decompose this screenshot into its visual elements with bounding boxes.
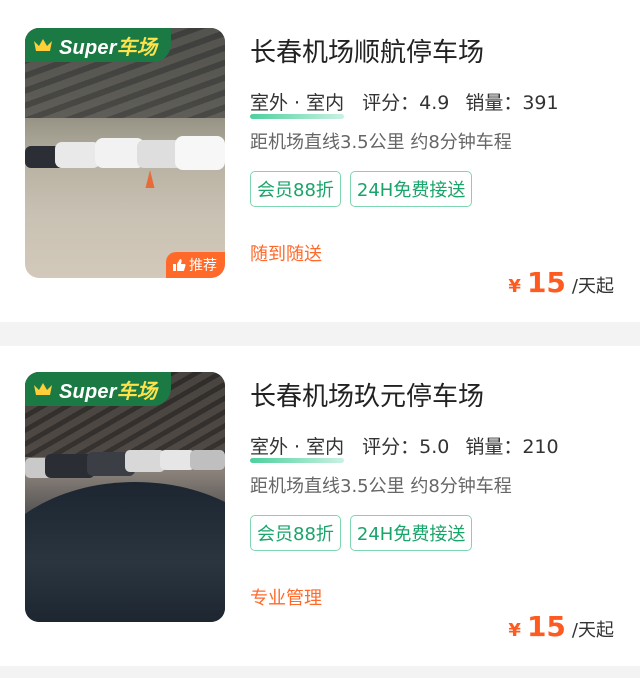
parking-type-text: 室外 · 室内 xyxy=(250,92,345,114)
parking-type: 室外 · 室内 xyxy=(250,432,345,463)
parking-photo[interactable]: Super车场 xyxy=(25,372,225,622)
price: ¥ 15 /天起 xyxy=(508,266,614,299)
crown-icon xyxy=(34,383,52,395)
parking-type-text: 室外 · 室内 xyxy=(250,436,345,458)
parking-photo-image xyxy=(25,372,225,622)
sales-count: 销量：391 xyxy=(465,92,559,114)
parking-photo-image xyxy=(25,28,225,278)
type-underline xyxy=(250,114,345,119)
price-value: 15 xyxy=(526,610,566,643)
type-underline xyxy=(250,458,345,463)
price-currency: ¥ xyxy=(508,276,521,297)
photo-cars xyxy=(25,136,225,188)
photo-car-hood xyxy=(25,482,225,622)
super-parking-badge: Super车场 xyxy=(25,28,172,62)
distance-info: 距机场直线3.5公里 约8分钟车程 xyxy=(250,476,512,497)
parking-photo[interactable]: Super车场 推荐 xyxy=(25,28,225,278)
sales-count: 销量：210 xyxy=(465,436,559,458)
parking-card[interactable]: Super车场 推荐 长春机场顺航停车场 室外 · 室内 评分：4.9 销量：3… xyxy=(0,0,640,322)
tag-member-discount: 会员88折 xyxy=(250,171,341,207)
price: ¥ 15 /天起 xyxy=(508,610,614,643)
distance-info: 距机场直线3.5公里 约8分钟车程 xyxy=(250,132,512,153)
parking-title[interactable]: 长春机场玖元停车场 xyxy=(250,376,484,413)
thumbs-up-icon xyxy=(173,259,186,271)
tag-list: 会员88折 24H免费接送 xyxy=(250,515,473,551)
service-note: 随到随送 xyxy=(250,244,322,265)
price-value: 15 xyxy=(526,266,566,299)
recommend-label: 推荐 xyxy=(189,258,217,274)
tag-list: 会员88折 24H免费接送 xyxy=(250,171,473,207)
tag-shuttle: 24H免费接送 xyxy=(349,515,473,551)
badge-prefix: Super xyxy=(59,380,117,403)
parking-meta: 室外 · 室内 评分：5.0 销量：210 xyxy=(250,432,559,463)
badge-suffix: 车场 xyxy=(116,380,158,403)
parking-meta: 室外 · 室内 评分：4.9 销量：391 xyxy=(250,88,559,119)
tag-shuttle: 24H免费接送 xyxy=(349,171,473,207)
price-currency: ¥ xyxy=(508,620,521,641)
recommend-tag: 推荐 xyxy=(166,252,225,278)
badge-suffix: 车场 xyxy=(116,36,158,59)
parking-list: Super车场 推荐 长春机场顺航停车场 室外 · 室内 评分：4.9 销量：3… xyxy=(0,0,640,678)
parking-title[interactable]: 长春机场顺航停车场 xyxy=(250,32,484,69)
rating: 评分：5.0 xyxy=(362,436,450,458)
photo-cars xyxy=(25,450,225,478)
price-unit: /天起 xyxy=(571,276,614,297)
crown-icon xyxy=(34,39,52,51)
parking-card[interactable]: Super车场 长春机场玖元停车场 室外 · 室内 评分：5.0 销量：210 … xyxy=(0,346,640,666)
badge-prefix: Super xyxy=(59,36,117,59)
rating: 评分：4.9 xyxy=(362,92,450,114)
tag-member-discount: 会员88折 xyxy=(250,515,341,551)
service-note: 专业管理 xyxy=(250,588,322,609)
price-unit: /天起 xyxy=(571,620,614,641)
parking-type: 室外 · 室内 xyxy=(250,88,345,119)
super-parking-badge: Super车场 xyxy=(25,372,172,406)
